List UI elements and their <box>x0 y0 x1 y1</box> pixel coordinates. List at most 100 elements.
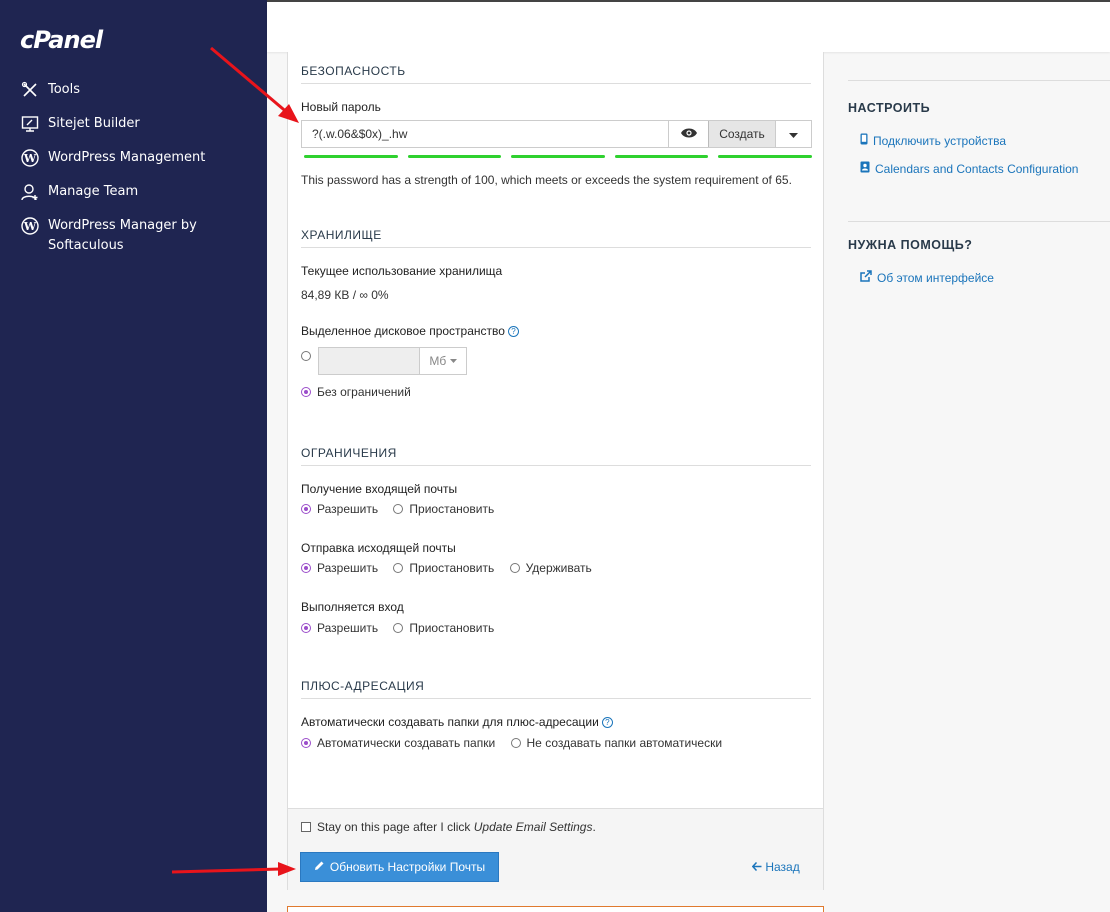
generator-options-button[interactable] <box>775 121 811 147</box>
sitejet-icon <box>20 114 40 134</box>
radio-icon <box>301 351 311 361</box>
new-password-input[interactable] <box>302 121 668 147</box>
calendars-contacts-link[interactable]: Calendars and Contacts Configuration <box>860 161 1110 176</box>
option-label: Приостановить <box>409 561 495 575</box>
storage-usage-value: 84,89 КВ / ∞ 0% <box>301 288 389 302</box>
radio-icon <box>301 738 311 748</box>
divider <box>848 80 1110 81</box>
stay-text-em: Update Email Settings <box>473 820 593 834</box>
wordpress-icon: W <box>20 148 40 168</box>
option-label: Разрешить <box>317 561 379 575</box>
radio-icon <box>510 738 521 748</box>
sidebar-item-label: Tools <box>48 82 81 97</box>
strength-segment <box>407 155 502 158</box>
plus-no-auto-radio[interactable]: Не создавать папки автоматически <box>510 736 723 750</box>
next-panel-edge <box>287 906 824 912</box>
outgoing-options: Разрешить Приостановить Удерживать <box>301 561 604 575</box>
quota-label: Выделенное дисковое пространство <box>301 324 505 338</box>
radio-icon <box>393 563 404 573</box>
stay-on-page-checkbox[interactable]: Stay on this page after I click Update E… <box>301 820 596 834</box>
right-sidebar: НАСТРОИТЬ Подключить устройства Calendar… <box>848 80 1110 285</box>
about-interface-link[interactable]: Об этом интерфейсе <box>860 270 1110 285</box>
email-settings-panel: БЕЗОПАСНОСТЬ Новый пароль Создать This p… <box>287 52 824 890</box>
incoming-allow-radio[interactable]: Разрешить <box>301 502 378 516</box>
quota-custom-radio[interactable] <box>301 349 317 363</box>
divider <box>848 221 1110 222</box>
sidebar-item-wordpress-management[interactable]: W WordPress Management <box>20 148 260 168</box>
quota-input-group: Мб <box>318 347 467 375</box>
sidebar-item-label: WordPress Management <box>48 150 206 165</box>
sidebar-item-wordpress-manager[interactable]: W WordPress Manager by Softaculous <box>20 216 260 256</box>
quota-input[interactable] <box>319 348 419 374</box>
storage-usage-label: Текущее использование хранилища <box>301 264 503 278</box>
mobile-icon <box>860 133 868 148</box>
back-link[interactable]: Назад <box>751 860 800 874</box>
option-label: Удерживать <box>525 561 592 575</box>
option-label: Не создавать папки автоматически <box>526 736 723 750</box>
incoming-label: Получение входящей почты <box>301 482 458 496</box>
quota-unit-label: Мб <box>429 354 447 368</box>
help-icon[interactable]: ? <box>601 717 613 728</box>
outgoing-suspend-radio[interactable]: Приостановить <box>393 561 494 575</box>
sidebar-item-label: Sitejet Builder <box>48 116 140 131</box>
password-field-group: Создать <box>301 120 812 148</box>
checkbox-icon <box>301 822 311 832</box>
generate-password-button[interactable]: Создать <box>708 121 775 147</box>
login-suspend-radio[interactable]: Приостановить <box>393 621 494 635</box>
help-icon[interactable]: ? <box>507 326 519 337</box>
password-strength-meter <box>304 155 812 158</box>
caret-down-icon <box>789 127 798 141</box>
sidebar-item-manage-team[interactable]: Manage Team <box>20 182 260 202</box>
eye-icon <box>680 127 698 142</box>
plus-section-title: ПЛЮС-АДРЕСАЦИЯ <box>301 679 811 699</box>
radio-icon <box>301 504 311 514</box>
update-email-settings-button[interactable]: Обновить Настройки Почты <box>300 852 499 882</box>
radio-icon <box>301 387 311 397</box>
quota-label-row: Выделенное дисковое пространство? <box>301 324 519 338</box>
stay-text-suffix: . <box>592 820 596 834</box>
strength-segment <box>614 155 709 158</box>
plus-auto-label-row: Автоматически создавать папки для плюс-а… <box>301 715 613 729</box>
plus-auto-radio[interactable]: Автоматически создавать папки <box>301 736 495 750</box>
sidebar: cPanel Tools Sitejet Builder W WordPress… <box>0 0 267 912</box>
storage-section-title: ХРАНИЛИЩЕ <box>301 228 811 248</box>
back-link-label: Назад <box>765 860 800 874</box>
sidebar-item-label: WordPress Manager by Softaculous <box>48 218 197 253</box>
outgoing-hold-radio[interactable]: Удерживать <box>509 561 592 575</box>
pencil-icon <box>314 860 325 874</box>
svg-text:W: W <box>23 152 37 165</box>
outgoing-label: Отправка исходящей почты <box>301 541 456 555</box>
wordpress-icon: W <box>20 216 40 236</box>
address-book-icon <box>860 161 870 176</box>
update-button-label: Обновить Настройки Почты <box>329 860 486 874</box>
strength-segment <box>718 155 812 158</box>
help-title: НУЖНА ПОМОЩЬ? <box>848 238 973 252</box>
login-options: Разрешить Приостановить <box>301 621 506 635</box>
new-password-label: Новый пароль <box>301 100 381 114</box>
outgoing-allow-radio[interactable]: Разрешить <box>301 561 378 575</box>
radio-icon <box>301 563 311 573</box>
svg-text:W: W <box>23 220 37 233</box>
login-allow-radio[interactable]: Разрешить <box>301 621 378 635</box>
quota-unit-select[interactable]: Мб <box>419 348 466 374</box>
option-label: Приостановить <box>409 502 495 516</box>
quota-unlimited-radio[interactable]: Без ограничений <box>301 385 411 399</box>
stay-text: Stay on this page after I click <box>317 820 474 834</box>
connect-devices-link[interactable]: Подключить устройства <box>860 133 1110 148</box>
plus-options: Автоматически создавать папки Не создава… <box>301 736 734 750</box>
incoming-suspend-radio[interactable]: Приостановить <box>393 502 494 516</box>
annotation-arrow-icon <box>171 862 296 876</box>
sidebar-item-label: Manage Team <box>48 184 139 199</box>
strength-segment <box>304 155 398 158</box>
show-password-button[interactable] <box>668 121 708 147</box>
arrow-left-icon <box>751 860 765 874</box>
radio-icon <box>301 623 311 633</box>
password-strength-text: This password has a strength of 100, whi… <box>301 173 792 187</box>
radio-icon <box>393 504 404 514</box>
calendars-label: Calendars and Contacts Configuration <box>875 161 1079 176</box>
caret-down-icon <box>449 359 457 363</box>
top-bar <box>267 0 1110 52</box>
cpanel-logo[interactable]: cPanel <box>20 26 103 54</box>
security-section-title: БЕЗОПАСНОСТЬ <box>301 64 811 84</box>
radio-icon <box>509 563 520 573</box>
